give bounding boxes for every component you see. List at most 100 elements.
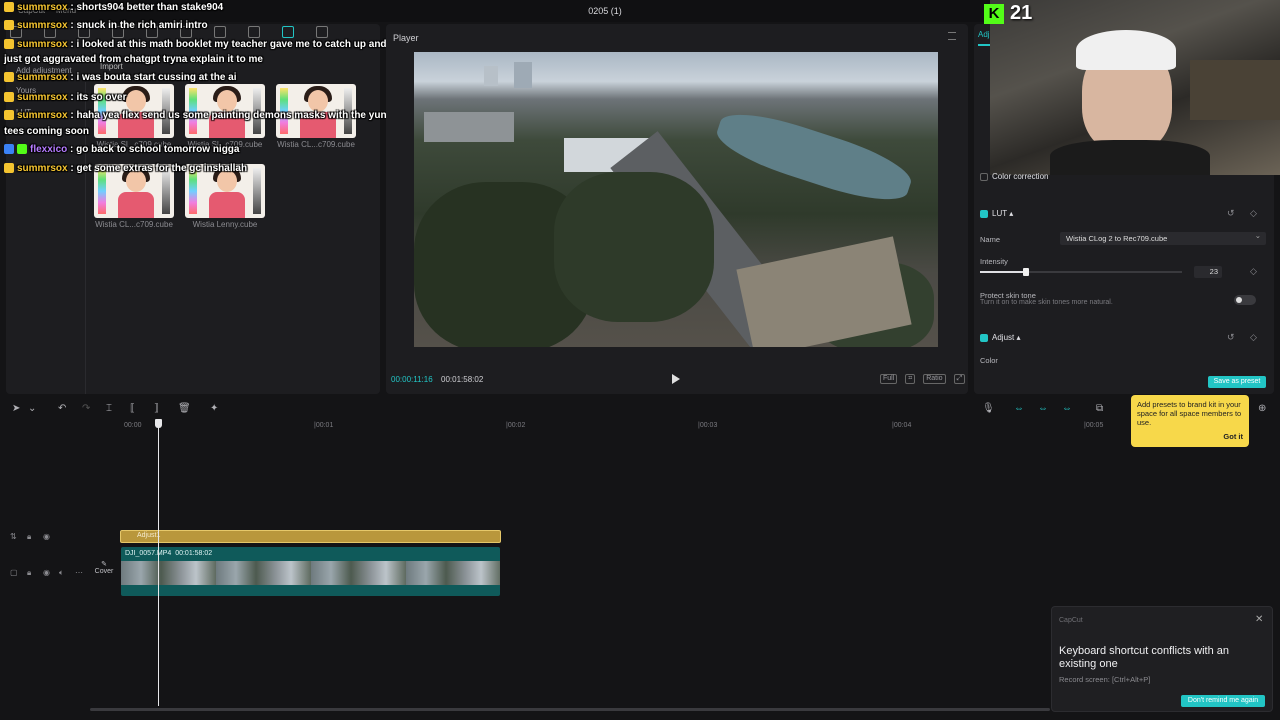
chat-username: summrsox [17,92,68,103]
chat-text: : its so over [70,92,127,103]
chat-text: : i was bouta start cussing at the ai [70,72,237,83]
color-correction-label: Color correction [992,172,1049,181]
select-tool-icon[interactable]: ➤ [12,403,20,414]
sub-badge-icon [4,39,14,50]
ruler-tick: |00:04 [892,422,912,429]
timeline-scrollbar[interactable] [90,708,1050,711]
got-it-button[interactable]: Got it [1223,432,1243,441]
ruler-tick: |00:02 [506,422,526,429]
dont-remind-button[interactable]: Don't remind me again [1181,695,1265,707]
thumbnail-caption: Wistia CL...c709.cube [95,220,173,229]
chat-text: just got aggravated from chatgpt tryna e… [4,54,263,65]
lut-label: LUT [992,209,1007,218]
chat-text: : go back to school tomorrow nigga [70,144,240,155]
chat-message: summrsox : snuck in the rich amiri intro [4,18,208,34]
clip-filmstrip [121,561,500,585]
window-title: 0205 (1) [588,6,622,16]
chat-message: summrsox : i was bouta start cussing at … [4,70,237,86]
chevron-down-icon[interactable]: ⌄ [28,403,36,414]
lock-icon[interactable]: 🔒︎ [27,568,31,578]
lock-icon[interactable]: 🔒︎ [27,532,31,542]
undo-icon[interactable]: ↶ [58,403,66,414]
adjust-label: Adjust [992,333,1015,342]
magnet-icon[interactable]: ⇔ [1038,403,1048,414]
chat-text: : i looked at this math booklet my teach… [70,39,387,50]
playhead-handle[interactable] [155,419,162,428]
adjust-section-header[interactable]: Adjust ▴ [980,333,1020,342]
link-icon[interactable]: ⇔ [1014,403,1024,414]
toast-subtitle: Record screen: [Ctrl+Alt+P] [1059,675,1151,684]
ruler-tick: |00:03 [698,422,718,429]
current-time: 00:00:11:16 [391,375,433,384]
chat-username: summrsox [17,72,68,83]
chat-message: tees coming soon [4,124,89,140]
video-preview[interactable] [414,52,938,347]
video-clip[interactable]: DJI_0057.MP4 00:01:58:02 [121,547,500,596]
protect-skin-description: Turn it on to make skin tones more natur… [980,299,1113,306]
protect-skin-toggle[interactable] [1234,295,1256,305]
viewer-count: 21 [1010,2,1033,24]
keyframe-icon[interactable]: ◇ [1250,208,1257,219]
full-button[interactable]: Full [880,374,898,384]
adjust-checkbox[interactable] [980,333,988,342]
snap-icon[interactable]: ⇔ [1062,403,1072,414]
reset-icon[interactable]: ↺ [1227,332,1235,343]
zoom-in-icon[interactable]: ⊕ [1258,403,1266,414]
kick-logo-icon: K [984,4,1004,24]
close-icon[interactable]: ✕ [1255,614,1263,625]
reset-icon[interactable]: ↺ [1227,208,1235,219]
cover-button[interactable]: ✎ Cover [92,560,116,584]
fullscreen-icon[interactable]: ⤢ [953,374,966,384]
play-icon[interactable] [672,374,680,384]
thumbnail-caption: Wistia CL...c709.cube [277,140,355,149]
edit-icon: ✎ [101,561,107,568]
chat-message: summrsox : haha yea flex send us some pa… [4,108,392,124]
color-correction-checkbox[interactable] [980,172,988,181]
chat-message: just got aggravated from chatgpt tryna e… [4,52,263,68]
split-icon[interactable]: ⌶ [106,403,112,414]
chat-message: flexxico : go back to school tomorrow ni… [4,142,239,158]
chat-username: summrsox [17,163,68,174]
delete-icon[interactable]: 🗑 [178,403,191,414]
microphone-icon[interactable]: 🎙 [982,403,995,414]
thumbnail-caption: Wistia Lenny.cube [192,220,258,229]
adjustment-clip[interactable]: Adjust1 [120,530,501,543]
eye-icon[interactable]: ◉ [43,568,50,577]
color-correction-row[interactable]: Color correction [980,172,1048,181]
intensity-value-input[interactable]: 23 [1194,266,1222,278]
redo-icon[interactable]: ↷ [82,403,90,414]
crop-icon[interactable]: ⌗ [905,374,916,384]
clip-duration: 00:01:58:02 [175,550,213,557]
magic-icon[interactable]: ✦ [210,403,218,414]
chat-message: summrsox : get some extras for the gc in… [4,161,247,177]
sub-badge-icon [4,72,14,83]
adjust-track-icon: ⇅ [10,532,17,541]
playhead[interactable] [158,420,159,706]
chat-message: summrsox : i looked at this math booklet… [4,37,387,53]
player-menu-icon[interactable] [948,32,956,40]
trim-right-icon[interactable]: ⟧ [154,403,159,414]
lut-section-header[interactable]: LUT ▴ [980,209,1013,218]
lut-checkbox[interactable] [980,209,988,218]
keyframe-icon[interactable]: ◇ [1250,266,1257,277]
toast-brand: CapCut [1059,617,1083,624]
preview-axis-icon[interactable]: ⧉ [1096,403,1103,414]
chat-username: flexxico [30,144,68,155]
save-as-preset-button[interactable]: Save as preset [1208,376,1266,388]
more-icon[interactable]: ⋯ [75,568,83,577]
trim-left-icon[interactable]: ⟦ [130,403,135,414]
intensity-slider-handle[interactable] [1023,268,1029,276]
eye-icon[interactable]: ◉ [43,532,50,541]
verified-badge-icon [17,144,27,155]
total-time: 00:01:58:02 [441,375,484,384]
chat-text: : snuck in the rich amiri intro [70,20,208,31]
ratio-button[interactable]: Ratio [923,374,946,384]
lut-name-select[interactable]: Wistia CLog 2 to Rec709.cube [1060,231,1266,245]
cover-label: Cover [94,568,114,575]
chat-text: tees coming soon [4,126,90,137]
volume-icon[interactable]: 🔈︎ [59,568,64,578]
keyframe-icon[interactable]: ◇ [1250,332,1257,343]
chat-username: summrsox [17,20,68,31]
chat-username: summrsox [17,2,68,13]
webcam-overlay [990,0,1280,175]
